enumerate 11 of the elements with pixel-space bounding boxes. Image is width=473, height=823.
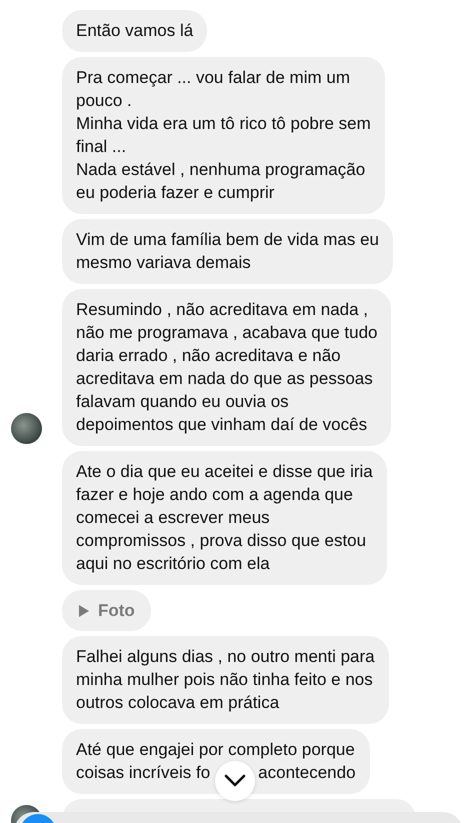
chevron-down-icon [224,774,246,788]
avatar-circle [10,413,42,444]
message-bubble: Resumindo , não acreditava em nada , não me programava , acabava que tudo daria errado , não acreditava e não acreditava em nada do que as pessoas falavam quando eu ouvia os depoimentos que vinham daí de vocês [62,289,392,446]
message-bubble: Falhei alguns dias , no outro menti para minha mulher pois não tinha feito e nos outros colocava em prática [62,636,389,724]
message-bubble: Ate o dia que eu aceitei e disse que iria fazer e hoje ando com a agenda que comecei a escrever meus compromissos , prova disso que estou aqui no escritório com ela [62,451,387,585]
message-bubble: Então vamos lá [62,10,208,52]
photo-attachment[interactable]: Foto [62,590,151,631]
message-bubble: Pra começar ... vou falar de mim um pouco . Minha vida era um tô rico tô pobre sem final ... Nada estável , nenhuma programação eu poderia fazer e cumprir [62,57,385,214]
message-bubble: Vim de uma família bem de vida mas eu mesmo variava demais [62,219,393,284]
play-icon [78,604,90,618]
message-bubble: Até que engajei por completo porque coisas incríveis fo acontecendo [62,729,370,794]
